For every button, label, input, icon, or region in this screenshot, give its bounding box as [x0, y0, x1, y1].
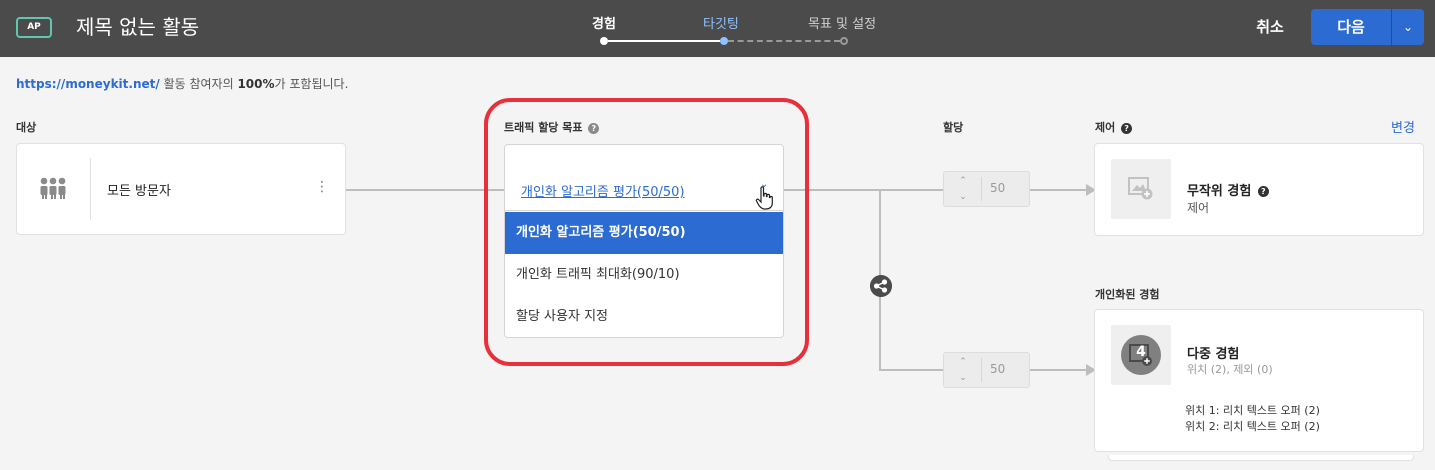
summary-percent: 100%	[237, 77, 275, 91]
traffic-goal-dropdown: 개인화 알고리즘 평가(50/50) 개인화 트래픽 최대화(90/10) 할당…	[504, 210, 784, 338]
personalized-experience-subtitle: 위치 (2), 제외 (0)	[1187, 363, 1273, 376]
location-line: 위치 2: 리치 텍스트 오퍼 (2)	[1185, 418, 1320, 434]
traffic-goal-selected-value: 개인화 알고리즘 평가(50/50)	[521, 185, 685, 200]
personalized-experience-card[interactable]: 4 다중 경험 위치 (2), 제외 (0) 위치 1: 리치 텍스트 오퍼 (…	[1094, 309, 1424, 452]
location-line: 위치 1: 리치 텍스트 오퍼 (2)	[1185, 402, 1320, 418]
top-bar: AP 제목 없는 활동 경험 타깃팅 목표 및 설정 취소 다음 ⌄	[0, 0, 1435, 57]
experience-thumbnail: 4	[1111, 325, 1171, 385]
experience-count: 4	[1136, 344, 1146, 360]
step-line-pending	[728, 40, 840, 42]
step-dot-goals	[840, 37, 848, 45]
location-value: 리치 텍스트 오퍼 (2)	[1222, 420, 1320, 433]
allocation-section-label: 할당	[943, 121, 964, 134]
step-targeting[interactable]: 타깃팅	[703, 13, 739, 32]
personalized-allocation-value: 50	[990, 362, 1006, 376]
step-goals-settings[interactable]: 목표 및 설정	[808, 13, 876, 32]
help-icon[interactable]: ?	[1121, 122, 1133, 134]
dropdown-option[interactable]: 개인화 알고리즘 평가(50/50)	[505, 212, 783, 254]
chevron-down-icon[interactable]: ⌄	[952, 371, 974, 385]
audience-card[interactable]: 모든 방문자 ⋮	[16, 143, 346, 235]
step-dot-targeting	[720, 37, 728, 45]
chevron-up-icon[interactable]: ⌃	[952, 174, 974, 188]
experience-count-badge: 4	[1121, 335, 1161, 375]
control-experience-card[interactable]: 무작위 경험 ? 제어	[1094, 143, 1424, 236]
dropdown-option[interactable]: 할당 사용자 지정	[505, 296, 783, 338]
summary-text-1: 활동 참여자의	[159, 77, 238, 91]
split-traffic-icon	[870, 275, 892, 297]
divider	[981, 358, 982, 382]
experience-thumbnail	[1111, 159, 1171, 219]
traffic-goal-select[interactable]: 개인화 알고리즘 평가(50/50) ⌄	[504, 144, 784, 214]
control-experience-subtitle: 제어	[1187, 201, 1210, 215]
summary-text-2: 가 포함됩니다.	[274, 77, 349, 91]
connector-audience-goal	[345, 189, 505, 191]
divider	[981, 177, 982, 201]
hand-cursor-icon	[755, 186, 773, 210]
audience-name: 모든 방문자	[107, 184, 171, 199]
control-allocation-value: 50	[990, 181, 1006, 195]
location-value: 리치 텍스트 오퍼 (2)	[1222, 404, 1320, 417]
step-indicator: 경험 타깃팅 목표 및 설정	[560, 0, 920, 57]
site-url-link[interactable]: https://moneykit.net/	[16, 77, 160, 91]
card-stack-edge	[1108, 455, 1414, 461]
location-label: 위치 2:	[1185, 420, 1220, 433]
people-icon	[40, 177, 66, 199]
cancel-button[interactable]: 취소	[1242, 14, 1298, 40]
control-label-text: 제어	[1095, 121, 1116, 134]
chevron-down-icon[interactable]: ⌄	[952, 190, 974, 204]
step-line-done	[608, 40, 720, 42]
step-dot-experience	[600, 37, 608, 45]
connector-control-arrow	[1030, 189, 1092, 191]
personalized-section-label: 개인화된 경험	[1095, 288, 1160, 301]
change-link[interactable]: 변경	[1391, 117, 1415, 136]
dropdown-option[interactable]: 개인화 트래픽 최대화(90/10)	[505, 254, 783, 296]
connector-personalized-arrow	[1030, 369, 1092, 371]
image-add-icon	[1128, 177, 1153, 200]
audience-section-label: 대상	[16, 121, 37, 134]
chevron-down-icon: ⌄	[1402, 20, 1414, 34]
next-menu-button[interactable]: ⌄	[1391, 9, 1424, 45]
connector-split-personalized	[879, 369, 944, 371]
personalized-experience-title: 다중 경험	[1187, 347, 1240, 362]
audience-summary: https://moneykit.net/ 활동 참여자의 100%가 포함됩니…	[16, 75, 348, 92]
personalized-allocation-stepper[interactable]: ⌃ ⌄ 50	[943, 352, 1030, 388]
activity-title[interactable]: 제목 없는 활동	[76, 12, 199, 42]
step-experience[interactable]: 경험	[592, 13, 616, 32]
control-title-text: 무작위 경험	[1187, 184, 1252, 199]
control-section-label: 제어 ?	[1095, 119, 1133, 135]
app-badge: AP	[16, 17, 52, 38]
help-icon[interactable]: ?	[1257, 186, 1269, 197]
more-options-icon[interactable]: ⋮	[315, 180, 329, 194]
next-button[interactable]: 다음	[1311, 9, 1391, 45]
location-label: 위치 1:	[1185, 404, 1220, 417]
chevron-up-icon[interactable]: ⌃	[952, 355, 974, 369]
divider	[90, 158, 91, 220]
control-experience-title: 무작위 경험 ?	[1187, 180, 1269, 199]
control-allocation-stepper[interactable]: ⌃ ⌄ 50	[943, 171, 1030, 207]
